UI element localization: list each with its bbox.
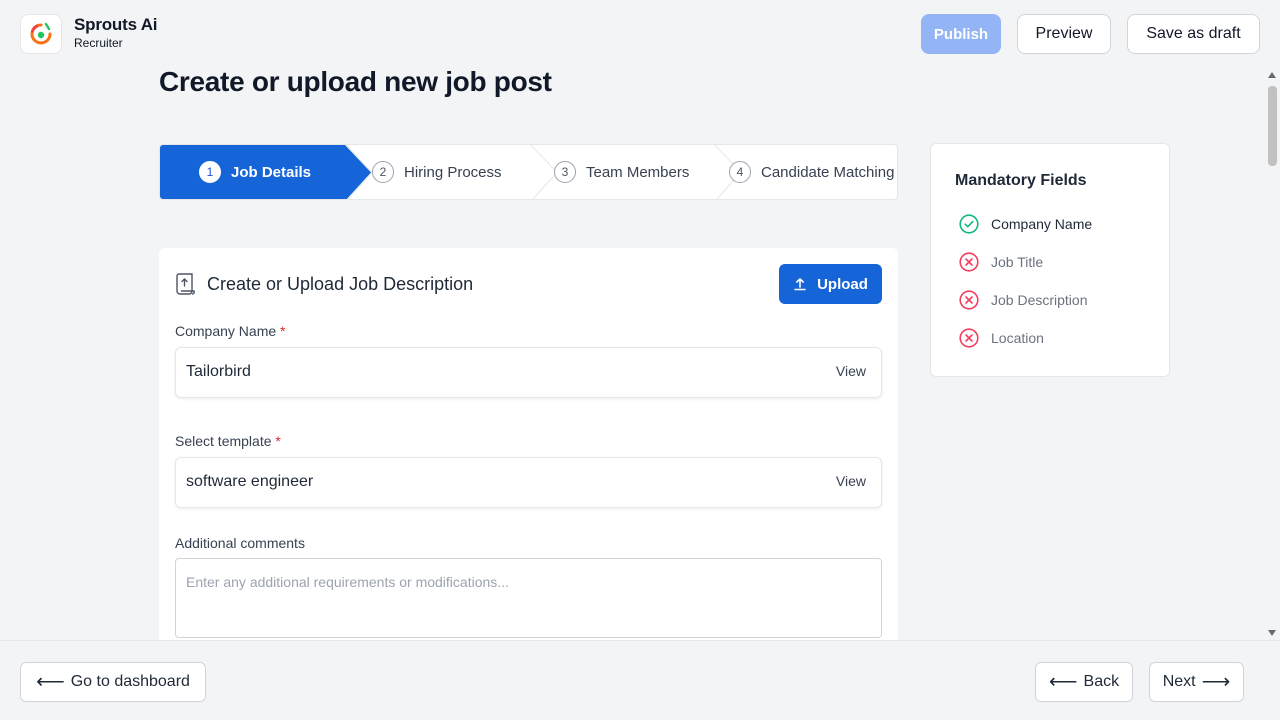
arrow-left-icon: ⟵	[1048, 671, 1078, 693]
template-view-link[interactable]: View	[836, 473, 866, 489]
brand-logo[interactable]	[20, 14, 62, 54]
brand-name: Sprouts Ai	[74, 15, 158, 34]
required-marker: *	[275, 433, 281, 449]
upload-button[interactable]: Upload	[779, 264, 882, 304]
page-scrollbar[interactable]	[1265, 68, 1280, 640]
scrollbar-thumb[interactable]	[1268, 86, 1277, 166]
mandatory-fields-panel: Mandatory Fields Company Name Job Title …	[930, 143, 1170, 377]
mandatory-item-company-name: Company Name	[959, 214, 1092, 234]
arrow-right-icon: ⟶	[1201, 671, 1231, 693]
step-label: Team Members	[586, 163, 690, 181]
mandatory-item-label: Job Title	[991, 254, 1044, 270]
select-template-label: Select template *	[175, 433, 281, 449]
step-number: 3	[554, 161, 576, 183]
publish-button[interactable]: Publish	[921, 14, 1001, 54]
footer-bar: ⟵ Go to dashboard ⟵ Back Next ⟶	[0, 640, 1280, 720]
go-to-dashboard-label: Go to dashboard	[70, 673, 190, 690]
company-view-link[interactable]: View	[836, 363, 866, 379]
step-job-details[interactable]: 1 Job Details	[199, 145, 311, 199]
next-button[interactable]: Next ⟶	[1149, 662, 1244, 702]
mandatory-item-job-title: Job Title	[959, 252, 1043, 272]
upload-label: Upload	[817, 275, 868, 293]
document-upload-icon	[176, 273, 195, 295]
template-select-field[interactable]: software engineer View	[175, 457, 882, 508]
x-circle-icon	[959, 252, 979, 272]
step-label: Job Details	[231, 163, 312, 181]
preview-button[interactable]: Preview	[1017, 14, 1111, 54]
back-label: Back	[1083, 673, 1120, 690]
select-template-label-text: Select template	[175, 433, 272, 449]
check-circle-icon	[959, 214, 979, 234]
company-name-value: Tailorbird	[186, 363, 251, 380]
page-title: Create or upload new job post	[159, 66, 552, 97]
mandatory-item-location: Location	[959, 328, 1044, 348]
arrow-left-icon: ⟵	[36, 671, 65, 693]
sprouts-logo-icon	[30, 22, 52, 45]
template-value: software engineer	[186, 473, 314, 490]
additional-comments-placeholder: Enter any additional requirements or mod…	[186, 574, 509, 590]
save-draft-button[interactable]: Save as draft	[1127, 14, 1260, 54]
step-number: 2	[372, 161, 394, 183]
brand-subtitle: Recruiter	[74, 36, 123, 50]
back-button[interactable]: ⟵ Back	[1035, 662, 1133, 702]
step-hiring-process[interactable]: 2 Hiring Process	[372, 145, 502, 199]
scroll-down-arrow-icon[interactable]	[1268, 630, 1276, 636]
mandatory-item-label: Location	[991, 330, 1044, 346]
job-description-card: Create or Upload Job Description Upload …	[159, 248, 898, 668]
upload-icon	[794, 278, 806, 291]
step-candidate-matching[interactable]: 4 Candidate Matching	[729, 145, 894, 199]
mandatory-item-job-description: Job Description	[959, 290, 1088, 310]
mandatory-fields-title: Mandatory Fields	[955, 172, 1087, 189]
additional-comments-label: Additional comments	[175, 535, 305, 551]
company-name-field[interactable]: Tailorbird View	[175, 347, 882, 398]
mandatory-item-label: Company Name	[991, 216, 1093, 232]
scroll-up-arrow-icon[interactable]	[1268, 72, 1276, 78]
next-label: Next	[1162, 673, 1196, 690]
step-team-members[interactable]: 3 Team Members	[554, 145, 689, 199]
step-number: 1	[199, 161, 221, 183]
x-circle-icon	[959, 328, 979, 348]
brand: Sprouts Ai Recruiter	[74, 15, 158, 50]
go-to-dashboard-button[interactable]: ⟵ Go to dashboard	[20, 662, 206, 702]
step-number: 4	[729, 161, 751, 183]
step-label: Hiring Process	[404, 163, 502, 181]
card-header: Create or Upload Job Description	[175, 272, 473, 296]
step-label: Candidate Matching	[761, 163, 895, 181]
stepper: 1 Job Details 2 Hiring Process 3 Team Me…	[159, 144, 898, 200]
card-title: Create or Upload Job Description	[207, 273, 474, 294]
mandatory-item-label: Job Description	[991, 292, 1088, 308]
x-circle-icon	[959, 290, 979, 310]
required-marker: *	[280, 323, 286, 339]
company-name-label-text: Company Name	[175, 323, 277, 339]
additional-comments-input[interactable]: Enter any additional requirements or mod…	[175, 558, 882, 638]
company-name-label: Company Name *	[175, 323, 286, 339]
